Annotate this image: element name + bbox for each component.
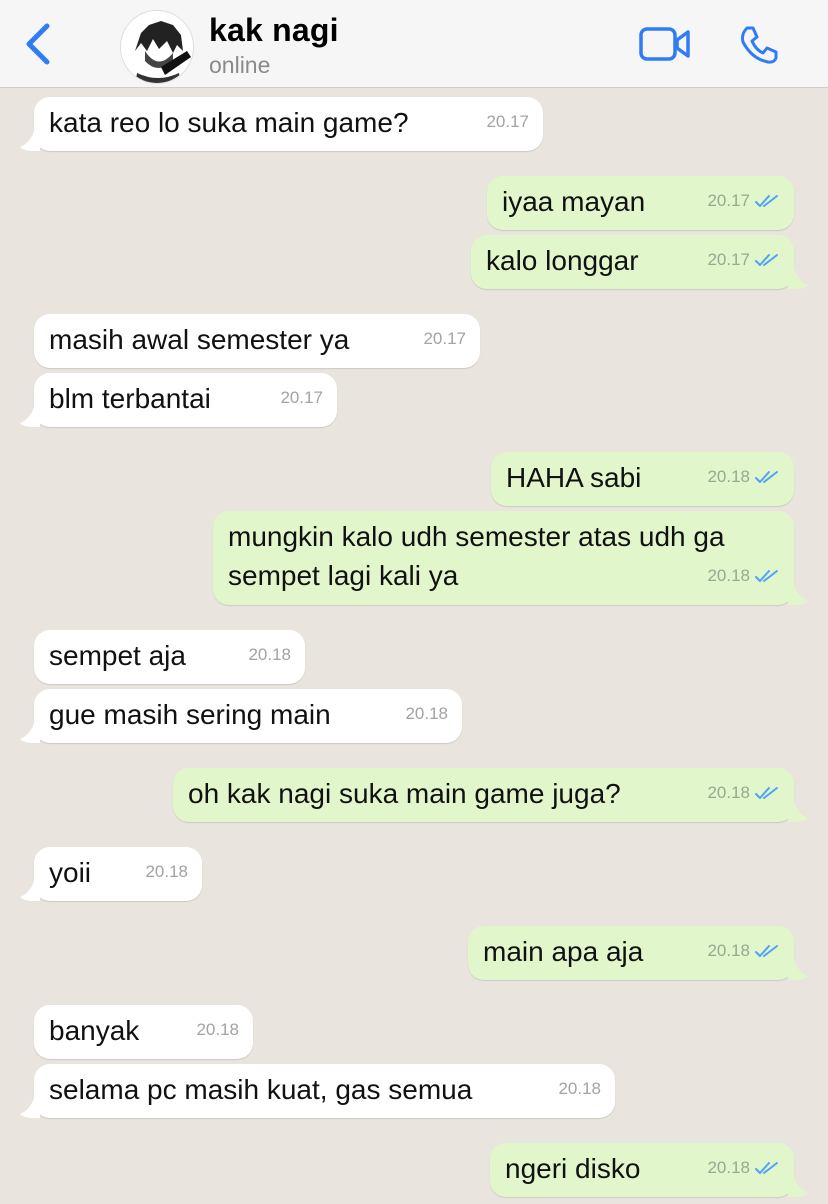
message-time: 20.18 <box>707 783 750 802</box>
incoming-message[interactable]: sempet aja 20.18 <box>34 630 305 684</box>
message-time: 20.18 <box>558 1079 601 1098</box>
incoming-message[interactable]: blm terbantai 20.17 <box>20 373 337 427</box>
phone-icon <box>741 26 778 64</box>
message-time: 20.17 <box>707 250 750 269</box>
back-button[interactable] <box>18 22 58 66</box>
double-check-icon <box>755 1161 778 1174</box>
message-meta: 20.17 <box>280 378 323 417</box>
message-meta: 20.17 <box>707 240 780 279</box>
message-time: 20.18 <box>196 1020 239 1039</box>
double-check-icon <box>755 944 778 957</box>
message-text: kalo longgar <box>486 245 639 276</box>
message-time: 20.17 <box>707 191 750 210</box>
message-time: 20.18 <box>405 704 448 723</box>
contact-status: online <box>209 52 271 78</box>
message-time: 20.18 <box>707 1158 750 1177</box>
contact-avatar[interactable] <box>120 10 194 84</box>
bubble-tail <box>788 269 808 289</box>
message-meta: 20.18 <box>558 1069 601 1108</box>
message-time: 20.18 <box>145 862 188 881</box>
message-text: main apa aja <box>483 936 644 967</box>
outgoing-message[interactable]: iyaa mayan 20.17 <box>487 176 794 230</box>
voice-call-button[interactable] <box>734 20 784 70</box>
message-text: iyaa mayan <box>502 186 646 217</box>
double-check-icon <box>755 569 778 582</box>
bubble-tail <box>20 407 40 427</box>
chat-header: kak nagi online <box>0 0 828 88</box>
bubble-tail <box>788 1177 808 1197</box>
message-text: sempet aja <box>49 640 186 671</box>
incoming-message[interactable]: yoii 20.18 <box>20 847 202 901</box>
message-time: 20.18 <box>707 941 750 960</box>
message-meta: 20.17 <box>486 102 529 141</box>
message-meta: 20.17 <box>423 319 466 358</box>
double-check-icon <box>755 786 778 799</box>
message-time: 20.18 <box>707 566 750 585</box>
outgoing-message[interactable]: main apa aja 20.18 <box>468 926 808 980</box>
outgoing-message[interactable]: mungkin kalo udh semester atas udh ga se… <box>213 511 808 605</box>
message-text: gue masih sering main <box>49 699 331 730</box>
double-check-icon <box>755 470 778 483</box>
message-text: blm terbantai <box>49 383 211 414</box>
message-time: 20.18 <box>707 467 750 486</box>
incoming-message[interactable]: masih awal semester ya 20.17 <box>34 314 480 368</box>
message-meta: 20.18 <box>707 931 780 970</box>
bubble-tail <box>20 1098 40 1118</box>
message-time: 20.17 <box>423 329 466 348</box>
message-meta: 20.18 <box>248 635 291 674</box>
bubble-tail <box>20 723 40 743</box>
message-list[interactable]: kata reo lo suka main game? 20.17 iyaa may… <box>0 88 828 1204</box>
message-time: 20.17 <box>280 388 323 407</box>
message-text: ngeri disko <box>505 1153 641 1184</box>
message-text: selama pc masih kuat, gas semua <box>49 1074 473 1105</box>
message-text: kata reo lo suka main game? <box>49 107 409 138</box>
message-meta: 20.18 <box>707 1148 780 1187</box>
video-call-button[interactable] <box>636 22 694 66</box>
outgoing-message[interactable]: kalo longgar 20.17 <box>471 235 808 289</box>
message-time: 20.18 <box>248 645 291 664</box>
message-time: 20.17 <box>486 112 529 131</box>
incoming-message[interactable]: selama pc masih kuat, gas semua 20.18 <box>20 1064 615 1118</box>
message-text: masih awal semester ya <box>49 324 350 355</box>
outgoing-message[interactable]: HAHA sabi 20.18 <box>491 452 794 506</box>
message-text: mungkin kalo udh semester atas udh ga se… <box>228 521 725 591</box>
bubble-tail <box>788 802 808 822</box>
chevron-left-icon <box>26 23 50 65</box>
bubble-tail <box>20 881 40 901</box>
message-meta: 20.17 <box>707 181 780 220</box>
incoming-message[interactable]: kata reo lo suka main game? 20.17 <box>20 97 543 151</box>
message-meta: 20.18 <box>405 694 448 733</box>
outgoing-message[interactable]: oh kak nagi suka main game juga? 20.18 <box>173 768 808 822</box>
message-meta: 20.18 <box>196 1010 239 1049</box>
message-text: oh kak nagi suka main game juga? <box>188 778 621 809</box>
double-check-icon <box>755 253 778 266</box>
outgoing-message[interactable]: ngeri disko 20.18 <box>490 1143 808 1197</box>
message-text: yoii <box>49 857 92 888</box>
message-meta: 20.18 <box>707 457 780 496</box>
incoming-message[interactable]: gue masih sering main 20.18 <box>20 689 462 743</box>
message-text: HAHA sabi <box>506 462 642 493</box>
incoming-message[interactable]: banyak 20.18 <box>34 1005 253 1059</box>
video-camera-icon <box>639 27 690 61</box>
double-check-icon <box>755 194 778 207</box>
message-meta: 20.18 <box>145 852 188 891</box>
bubble-tail <box>788 585 808 605</box>
message-text: banyak <box>49 1015 140 1046</box>
message-meta: 20.18 <box>707 556 780 595</box>
message-meta: 20.18 <box>707 773 780 812</box>
bubble-tail <box>788 960 808 980</box>
bubble-tail <box>20 131 40 151</box>
contact-name[interactable]: kak nagi <box>209 12 339 49</box>
